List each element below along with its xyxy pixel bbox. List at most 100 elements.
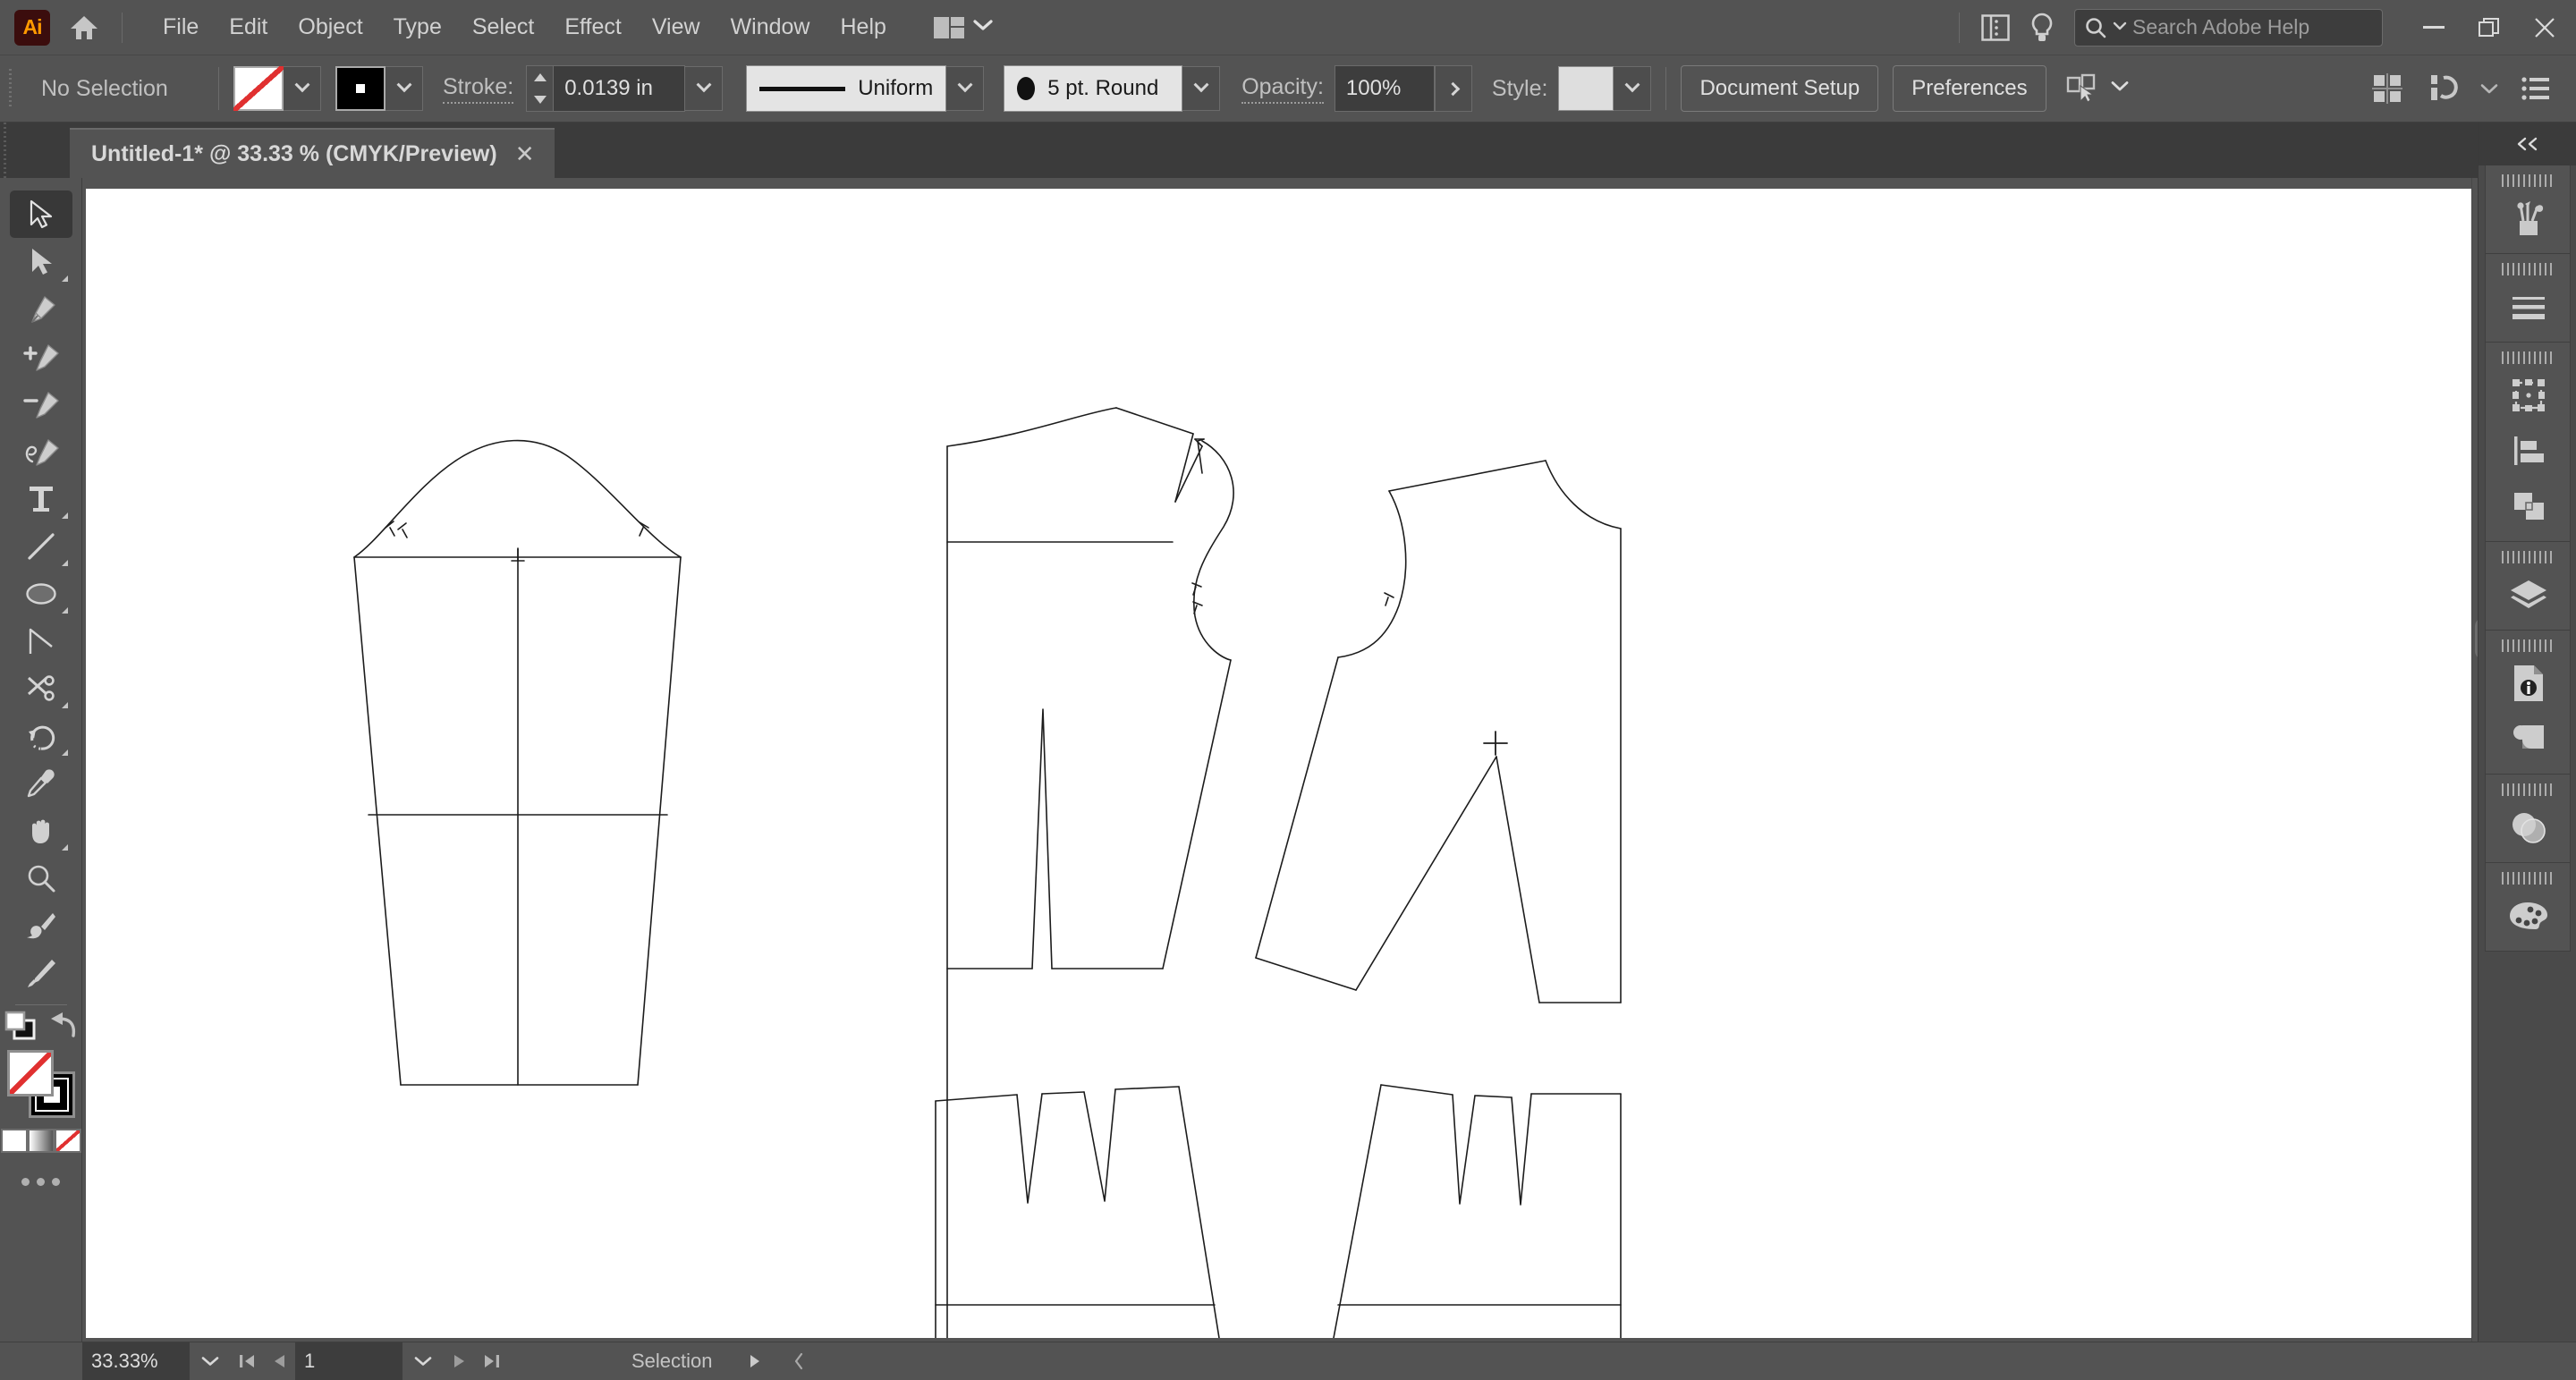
discover-lightbulb-icon[interactable] [2019,8,2065,47]
artboard-number-field[interactable]: 1 [295,1342,402,1380]
scissors-tool[interactable] [10,665,72,712]
properties-panel-icon[interactable] [1972,8,2019,47]
panel-options-icon[interactable] [2508,76,2563,101]
stroke-weight-value[interactable]: 0.0139 in [553,65,685,112]
pathfinder-panel-icon[interactable] [2486,478,2572,534]
fill-color-indicator[interactable] [7,1050,54,1096]
select-similar-chevron-icon[interactable] [2111,80,2129,97]
zoom-level-chevron-icon[interactable] [190,1342,231,1380]
stepper-down-icon[interactable] [534,96,547,104]
color-panel-icon[interactable] [2486,888,2572,944]
control-bar-grip[interactable] [9,69,18,108]
artboard[interactable] [86,189,2471,1338]
opacity-value[interactable]: 100% [1335,65,1435,112]
graphic-style-swatch[interactable] [1558,66,1614,111]
fill-dropdown-chevron-icon[interactable] [284,66,321,111]
dock-grip[interactable] [2502,639,2554,652]
color-swatch-mode[interactable] [1,1129,28,1153]
document-info-panel-icon[interactable] [2486,656,2572,711]
selection-tool[interactable] [10,190,72,238]
layers-panel-icon[interactable] [2486,567,2572,622]
menu-item-view[interactable]: View [637,9,716,46]
close-icon[interactable]: ✕ [513,140,537,168]
search-input[interactable]: Search Adobe Help [2074,9,2383,47]
menu-item-object[interactable]: Object [283,9,377,46]
flyout-triangle-icon[interactable] [62,844,68,851]
fill-color-control[interactable] [233,66,321,111]
hand-tool[interactable] [10,807,72,854]
pen-tool[interactable] [10,285,72,333]
rotate-tool[interactable] [10,712,72,759]
dock-grip[interactable] [2502,872,2554,885]
menu-item-window[interactable]: Window [716,9,826,46]
document-setup-button[interactable]: Document Setup [1681,65,1878,112]
stroke-weight-control[interactable]: 0.0139 in [526,65,723,112]
artboard-number-chevron-icon[interactable] [402,1342,444,1380]
graphic-style-control[interactable] [1558,66,1651,111]
drawing-modes-icon[interactable] [4,1010,38,1045]
brush-definition-chevron-icon[interactable] [1182,66,1220,111]
stepper-up-icon[interactable] [534,73,547,81]
menu-item-type[interactable]: Type [378,9,457,46]
stroke-weight-label[interactable]: Stroke: [443,74,513,104]
distribute-icon[interactable] [2415,73,2470,104]
paintbrush-tool[interactable] [10,902,72,949]
brush-definition-value[interactable]: 5 pt. Round [1004,65,1182,112]
close-button[interactable] [2517,0,2572,55]
line-segment-tool[interactable] [10,522,72,570]
home-icon[interactable] [59,8,109,47]
select-similar-objects-button[interactable] [2066,73,2129,104]
gradient-swatch-mode[interactable] [28,1129,55,1153]
stroke-weight-stepper[interactable] [526,65,553,112]
brush-definition-control[interactable]: 5 pt. Round [1004,65,1220,112]
artboards-panel-icon[interactable] [2486,711,2572,766]
scroll-left-icon[interactable] [779,1342,818,1380]
dock-grip[interactable] [2502,263,2554,275]
brushes-panel-icon[interactable] [2486,190,2572,246]
flyout-triangle-icon[interactable] [62,607,68,614]
last-artboard-icon[interactable] [476,1342,508,1380]
fill-swatch[interactable] [233,66,284,111]
stroke-weight-chevron-icon[interactable] [685,66,723,111]
direct-selection-tool[interactable] [10,238,72,285]
eyedropper-tool[interactable] [10,759,72,807]
opacity-expand-icon[interactable] [1435,65,1472,112]
flyout-triangle-icon[interactable] [62,512,68,519]
minimize-button[interactable] [2406,0,2462,55]
stroke-color-control[interactable] [335,66,423,111]
menu-item-help[interactable]: Help [825,9,901,46]
first-artboard-icon[interactable] [231,1342,263,1380]
menu-item-effect[interactable]: Effect [549,9,636,46]
flyout-triangle-icon[interactable] [62,749,68,756]
add-anchor-point-tool[interactable] [10,333,72,380]
transform-panel-icon[interactable] [2486,368,2572,423]
edit-toolbar-ellipsis[interactable] [21,1178,60,1186]
menu-item-select[interactable]: Select [457,9,549,46]
type-tool[interactable] [10,475,72,522]
graphic-style-chevron-icon[interactable] [1614,66,1651,111]
change-screen-mode-icon[interactable] [48,1012,79,1043]
flyout-triangle-icon[interactable] [62,702,68,708]
dock-grip[interactable] [2502,174,2554,187]
align-panel-icon[interactable] [2486,423,2572,478]
delete-anchor-point-tool[interactable] [10,380,72,428]
dock-grip[interactable] [2502,783,2554,796]
ellipse-tool[interactable] [10,570,72,617]
fill-stroke-indicator[interactable] [7,1050,75,1118]
search-dropdown-chevron-icon[interactable] [2113,20,2127,36]
next-artboard-icon[interactable] [444,1342,476,1380]
restore-button[interactable] [2462,0,2517,55]
shaper-tool[interactable] [10,617,72,665]
flyout-triangle-icon[interactable] [62,275,68,282]
menu-item-edit[interactable]: Edit [214,9,283,46]
opacity-label[interactable]: Opacity: [1241,74,1324,104]
canvas-area[interactable] [82,178,2496,1342]
flyout-triangle-icon[interactable] [62,560,68,566]
none-swatch-mode[interactable] [55,1129,81,1153]
stroke-profile-chevron-icon[interactable] [946,66,984,111]
preferences-button[interactable]: Preferences [1893,65,2046,112]
distribute-chevron-icon[interactable] [2470,83,2508,95]
previous-artboard-icon[interactable] [263,1342,295,1380]
stroke-panel-icon[interactable] [2486,279,2572,334]
tab-bar-grip[interactable] [0,123,11,178]
